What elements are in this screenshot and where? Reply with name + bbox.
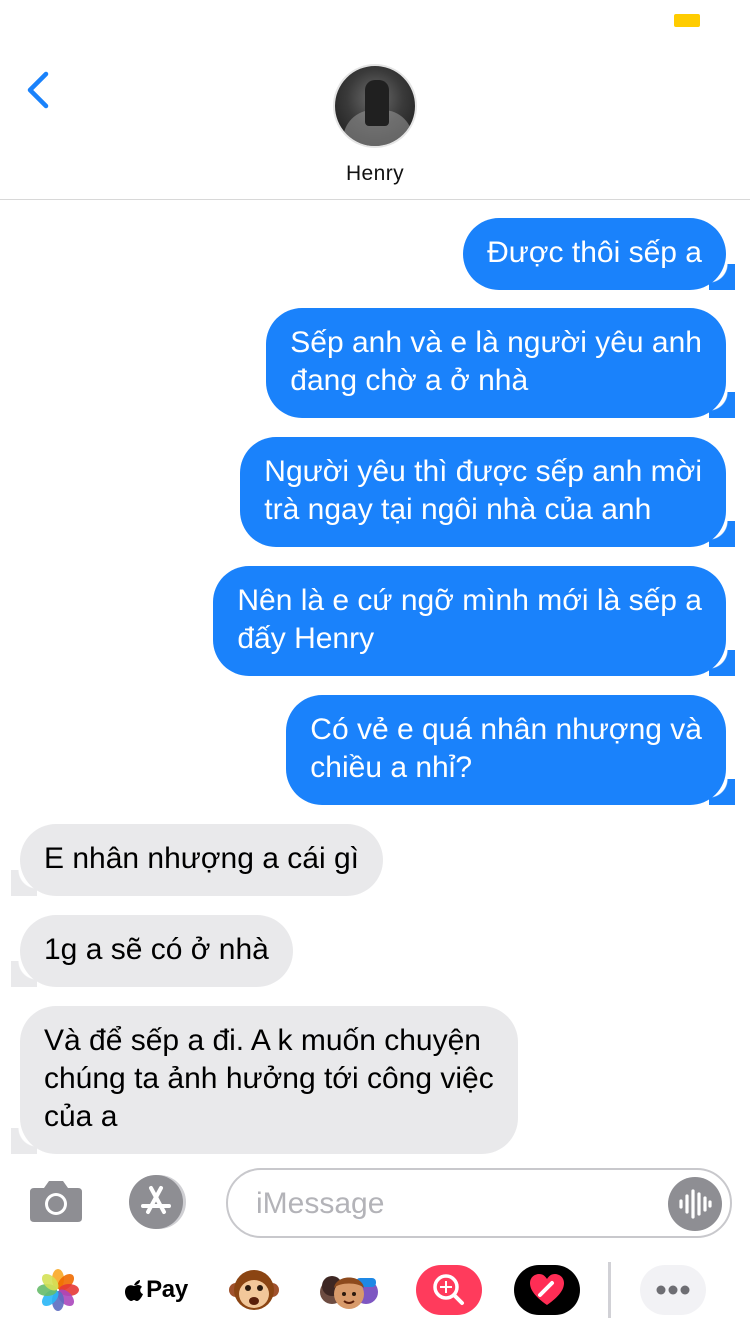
memoji-app-button[interactable] bbox=[318, 1260, 380, 1320]
apple-pay-label: Pay bbox=[146, 1276, 188, 1303]
memoji-icon bbox=[320, 1276, 378, 1309]
message-bubble-sent[interactable]: Sếp anh và e là người yêu anh đang chờ a… bbox=[266, 308, 735, 418]
status-bar bbox=[0, 0, 750, 40]
conversation-header: Henry bbox=[0, 40, 750, 200]
chevron-left-icon bbox=[27, 71, 49, 109]
message-bubble-sent[interactable]: Có vẻ e quá nhân nhượng và chiều a nhỉ? bbox=[286, 695, 735, 805]
message-bubble-received[interactable]: E nhân nhượng a cái gì bbox=[11, 824, 383, 896]
contact-avatar[interactable] bbox=[333, 64, 417, 148]
message-input[interactable] bbox=[256, 1182, 656, 1226]
app-store-button[interactable] bbox=[126, 1174, 188, 1230]
animoji-app-button[interactable] bbox=[228, 1260, 280, 1320]
digital-touch-icon bbox=[514, 1265, 580, 1315]
photos-app-button[interactable] bbox=[36, 1260, 80, 1320]
audio-message-button[interactable] bbox=[668, 1177, 722, 1231]
camera-icon bbox=[30, 1181, 82, 1222]
message-list: Được thôi sếp a Sếp anh và e là người yê… bbox=[0, 200, 750, 1160]
battery-icon bbox=[674, 14, 700, 27]
back-button[interactable] bbox=[22, 68, 62, 112]
waveform-icon bbox=[679, 1189, 712, 1219]
image-search-icon bbox=[416, 1265, 482, 1315]
message-bubble-received[interactable]: Và để sếp a đi. A k muốn chuyện chúng ta… bbox=[11, 1006, 518, 1154]
message-bubble-sent[interactable]: Được thôi sếp a bbox=[463, 218, 735, 290]
apple-pay-app-button[interactable]: Pay bbox=[120, 1260, 192, 1320]
photos-icon bbox=[37, 1269, 79, 1311]
image-search-app-button[interactable] bbox=[416, 1260, 482, 1320]
message-bubble-sent[interactable]: Người yêu thì được sếp anh mời trà ngay … bbox=[240, 437, 735, 547]
compose-bar bbox=[0, 1160, 750, 1246]
more-icon bbox=[640, 1265, 706, 1315]
apple-logo-icon bbox=[125, 1280, 144, 1301]
message-bubble-sent[interactable]: Nên là e cứ ngỡ mình mới là sếp a đấy He… bbox=[213, 566, 735, 676]
camera-button[interactable] bbox=[28, 1176, 84, 1226]
app-drawer: Pay bbox=[0, 1248, 750, 1334]
contact-name[interactable]: Henry bbox=[0, 162, 750, 186]
animoji-monkey-icon bbox=[229, 1270, 279, 1310]
imessage-field[interactable] bbox=[226, 1168, 732, 1238]
message-bubble-received[interactable]: 1g a sẽ có ở nhà bbox=[11, 915, 293, 987]
more-apps-button[interactable] bbox=[640, 1260, 706, 1320]
app-drawer-divider bbox=[608, 1262, 611, 1318]
app-store-icon bbox=[129, 1175, 186, 1229]
digital-touch-app-button[interactable] bbox=[514, 1260, 580, 1320]
